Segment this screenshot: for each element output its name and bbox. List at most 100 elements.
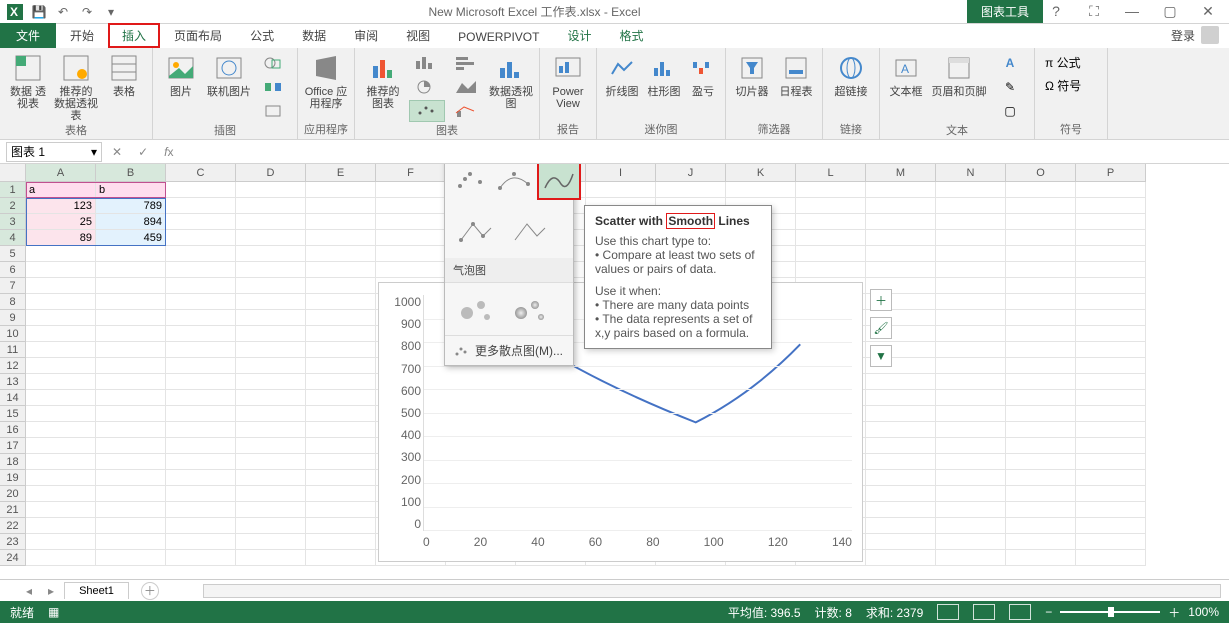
- cell[interactable]: [236, 422, 306, 438]
- undo-icon[interactable]: ↶: [52, 2, 74, 22]
- excel-icon[interactable]: X: [4, 2, 26, 22]
- cell[interactable]: [936, 422, 1006, 438]
- cell[interactable]: [796, 230, 866, 246]
- cell[interactable]: [166, 502, 236, 518]
- cell[interactable]: [26, 470, 96, 486]
- column-header[interactable]: C: [166, 164, 236, 182]
- cell[interactable]: [26, 278, 96, 294]
- cell[interactable]: [166, 182, 236, 198]
- cell[interactable]: [26, 342, 96, 358]
- cell[interactable]: [1076, 294, 1146, 310]
- pivot-table-button[interactable]: 数据 透视表: [6, 50, 50, 110]
- cell[interactable]: [376, 262, 446, 278]
- zoom-out-icon[interactable]: −: [1045, 605, 1052, 619]
- cell[interactable]: [96, 422, 166, 438]
- cell[interactable]: [1006, 246, 1076, 262]
- cell[interactable]: [166, 326, 236, 342]
- cell[interactable]: [936, 310, 1006, 326]
- cell[interactable]: 89: [26, 230, 96, 246]
- cell[interactable]: [26, 246, 96, 262]
- help-icon[interactable]: ?: [1043, 3, 1069, 20]
- cell[interactable]: [866, 390, 936, 406]
- cell[interactable]: [306, 470, 376, 486]
- column-header[interactable]: F: [376, 164, 446, 182]
- cell[interactable]: [306, 198, 376, 214]
- cell[interactable]: [236, 278, 306, 294]
- column-chart-button[interactable]: [409, 52, 445, 74]
- tab-file[interactable]: 文件: [0, 23, 56, 48]
- cell[interactable]: [166, 390, 236, 406]
- cell[interactable]: [1006, 406, 1076, 422]
- cell[interactable]: [26, 374, 96, 390]
- cell[interactable]: [26, 454, 96, 470]
- row-header[interactable]: 13: [0, 374, 26, 390]
- cell[interactable]: [306, 406, 376, 422]
- row-header[interactable]: 12: [0, 358, 26, 374]
- cell[interactable]: [1006, 454, 1076, 470]
- online-pictures-button[interactable]: 联机图片: [207, 50, 251, 98]
- macro-record-icon[interactable]: ▦: [48, 605, 59, 619]
- cell[interactable]: [26, 358, 96, 374]
- pivot-chart-button[interactable]: 数据透视图: [489, 50, 533, 110]
- cell[interactable]: [96, 374, 166, 390]
- column-header[interactable]: B: [96, 164, 166, 182]
- minimize-icon[interactable]: —: [1119, 3, 1145, 20]
- cell[interactable]: [1006, 390, 1076, 406]
- cell[interactable]: [306, 278, 376, 294]
- bubble-3d-option[interactable]: [503, 289, 555, 329]
- column-header[interactable]: P: [1076, 164, 1146, 182]
- cell[interactable]: [26, 422, 96, 438]
- cell[interactable]: [866, 486, 936, 502]
- cell[interactable]: a: [26, 182, 96, 198]
- cell[interactable]: [936, 470, 1006, 486]
- zoom-in-icon[interactable]: ＋: [1168, 604, 1180, 621]
- cell[interactable]: [166, 454, 236, 470]
- cell[interactable]: [236, 454, 306, 470]
- tab-page-layout[interactable]: 页面布局: [160, 23, 236, 48]
- sheet-tab-sheet1[interactable]: Sheet1: [64, 582, 129, 599]
- cell[interactable]: [376, 198, 446, 214]
- cell[interactable]: [936, 518, 1006, 534]
- cell[interactable]: [166, 342, 236, 358]
- column-header[interactable]: M: [866, 164, 936, 182]
- cell[interactable]: [936, 294, 1006, 310]
- cell[interactable]: 123: [26, 198, 96, 214]
- cell[interactable]: 459: [96, 230, 166, 246]
- view-normal-button[interactable]: [937, 604, 959, 620]
- tab-powerpivot[interactable]: POWERPIVOT: [444, 26, 553, 48]
- pictures-button[interactable]: 图片: [159, 50, 203, 98]
- cell[interactable]: [866, 374, 936, 390]
- column-header[interactable]: E: [306, 164, 376, 182]
- row-header[interactable]: 16: [0, 422, 26, 438]
- sparkline-column-button[interactable]: 柱形图: [645, 50, 683, 98]
- column-header[interactable]: A: [26, 164, 96, 182]
- scatter-markers-option[interactable]: [449, 164, 491, 200]
- cell[interactable]: [306, 486, 376, 502]
- cell[interactable]: [236, 470, 306, 486]
- cell[interactable]: [236, 326, 306, 342]
- tab-formulas[interactable]: 公式: [236, 23, 288, 48]
- cell[interactable]: [236, 214, 306, 230]
- cell[interactable]: [306, 230, 376, 246]
- cell[interactable]: [236, 374, 306, 390]
- textbox-button[interactable]: A文本框: [886, 50, 926, 98]
- cell[interactable]: [866, 518, 936, 534]
- cell[interactable]: [306, 502, 376, 518]
- row-header[interactable]: 5: [0, 246, 26, 262]
- cell[interactable]: [936, 278, 1006, 294]
- row-header[interactable]: 21: [0, 502, 26, 518]
- cell[interactable]: [1006, 342, 1076, 358]
- cell[interactable]: [936, 326, 1006, 342]
- cell[interactable]: [306, 310, 376, 326]
- cell[interactable]: [1076, 358, 1146, 374]
- cell[interactable]: [936, 214, 1006, 230]
- cell[interactable]: [1076, 342, 1146, 358]
- cell[interactable]: [96, 406, 166, 422]
- cell[interactable]: [936, 438, 1006, 454]
- cell[interactable]: [166, 198, 236, 214]
- worksheet-grid[interactable]: ABCDEFGHIJKLMNOP 1ab21237893258944894595…: [0, 164, 1229, 579]
- row-header[interactable]: 4: [0, 230, 26, 246]
- cell[interactable]: [306, 358, 376, 374]
- column-header[interactable]: O: [1006, 164, 1076, 182]
- cell[interactable]: [1006, 422, 1076, 438]
